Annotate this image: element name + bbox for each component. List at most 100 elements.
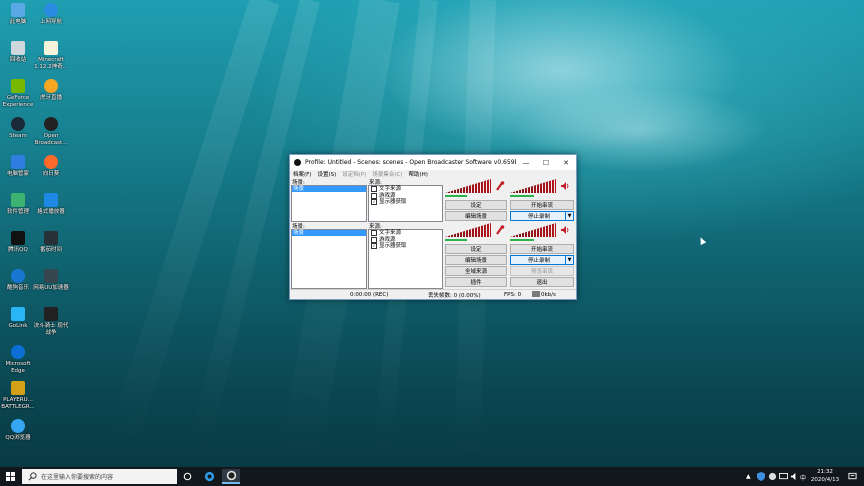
desktop-icon-label: PLAYERU... BATTLEGR... bbox=[1, 397, 35, 410]
pubg-icon bbox=[11, 381, 25, 395]
file-icon bbox=[44, 41, 58, 55]
scenes-list[interactable]: 场景 bbox=[291, 229, 367, 289]
taskbar-search-box[interactable]: 在这里输入你要搜索的内容 bbox=[22, 469, 177, 484]
plugins-button[interactable]: 插件 bbox=[445, 277, 507, 287]
taskbar-obs-button[interactable] bbox=[222, 469, 240, 484]
desktop-icon-sunflower[interactable]: 向日葵 bbox=[33, 155, 69, 178]
dropdown-arrow-icon[interactable]: ▼ bbox=[565, 256, 573, 264]
notification-icon[interactable] bbox=[848, 472, 857, 481]
clock-date: 2020/4/13 bbox=[810, 477, 840, 483]
source-checkbox[interactable] bbox=[371, 192, 377, 199]
windows-start-icon[interactable] bbox=[6, 472, 15, 481]
source-item[interactable]: ✓ 显示器获取 bbox=[369, 243, 442, 250]
network-icon[interactable]: ▲ bbox=[746, 473, 751, 480]
speaker-icon[interactable] bbox=[560, 225, 570, 235]
stop-record-button[interactable]: 停止录制 ▼ bbox=[510, 211, 574, 221]
desktop-icon-label: Open Broadcast... bbox=[34, 133, 68, 146]
mic-volume-meter[interactable] bbox=[445, 179, 507, 197]
desktop-icon-minecraft[interactable]: Minecraft 1.12.2神奇... bbox=[33, 41, 69, 70]
maximize-button[interactable]: ☐ bbox=[536, 155, 556, 170]
desktop-icon-browser-nav[interactable]: 上网导航 bbox=[33, 3, 69, 26]
desktop-icon-uu[interactable]: 网易UU加速器 bbox=[33, 269, 69, 292]
sources-list[interactable]: 文字来源 游戏源 ✓ 显示器获取 bbox=[368, 185, 443, 222]
scenes-list[interactable]: 场景 bbox=[291, 185, 367, 222]
clock-time: 21:32 bbox=[817, 469, 833, 475]
huya-icon bbox=[44, 79, 58, 93]
software-manager-icon bbox=[11, 193, 25, 207]
desktop-volume-meter[interactable] bbox=[510, 223, 572, 241]
close-button[interactable]: ✕ bbox=[556, 155, 576, 170]
desktop-volume-meter[interactable] bbox=[510, 179, 572, 197]
desktop-icon-label: 格式播放器 bbox=[37, 209, 65, 215]
cortana-button[interactable] bbox=[178, 469, 196, 484]
taskbar-clock[interactable]: 21:32 2020/4/13 bbox=[808, 468, 842, 484]
exit-button[interactable]: 退出 bbox=[510, 277, 574, 287]
desktop-icon-kugou[interactable]: 酷狗音乐 bbox=[0, 269, 36, 292]
source-checkbox[interactable]: ✓ bbox=[371, 243, 377, 250]
settings-button[interactable]: 设定 bbox=[445, 244, 507, 254]
desktop-icon-tomato[interactable]: 番茄时间 bbox=[33, 231, 69, 254]
source-checkbox[interactable] bbox=[371, 186, 377, 193]
speaker-icon[interactable] bbox=[560, 181, 570, 191]
scene-item[interactable]: 场景 bbox=[292, 230, 366, 236]
obs-window[interactable]: Profile: Untitled - Scenes: scenes - Ope… bbox=[289, 154, 577, 300]
obs-titlebar[interactable]: Profile: Untitled - Scenes: scenes - Ope… bbox=[290, 155, 576, 170]
desktop-icon-computer[interactable]: 此电脑 bbox=[0, 3, 36, 26]
shield-icon[interactable] bbox=[757, 472, 765, 481]
desktop-icon-steam[interactable]: Steam bbox=[0, 117, 36, 140]
menu-file[interactable]: 档案(F) bbox=[293, 170, 311, 178]
menu-scene-collections[interactable]: 场景集合(C) bbox=[372, 170, 402, 178]
desktop-icon-golink[interactable]: GoLink bbox=[0, 307, 36, 330]
desktop-icon-pc-manager[interactable]: 电脑管家 bbox=[0, 155, 36, 178]
start-stream-button[interactable]: 开始串流 bbox=[510, 244, 574, 254]
desktop-icon-game[interactable]: 决斗骑士 现代战争 bbox=[33, 307, 69, 336]
desktop-icon-edge[interactable]: Microsoft Edge bbox=[0, 345, 36, 374]
desktop-icon-label: Microsoft Edge bbox=[5, 361, 31, 374]
settings-button[interactable]: 设定 bbox=[445, 200, 507, 210]
desktop-icon-recycle-bin[interactable]: 回收站 bbox=[0, 41, 36, 64]
pc-manager-icon bbox=[11, 155, 25, 169]
player-icon bbox=[44, 193, 58, 207]
desktop-icon-player[interactable]: 格式播放器 bbox=[33, 193, 69, 216]
source-label: 显示器获取 bbox=[379, 243, 407, 249]
edit-scene-button[interactable]: 编辑场景 bbox=[445, 255, 507, 265]
minimize-button[interactable]: — bbox=[516, 155, 536, 170]
scene-item[interactable]: 场景 bbox=[292, 186, 366, 192]
microphone-icon[interactable] bbox=[495, 181, 505, 191]
menu-help[interactable]: 帮助(H) bbox=[409, 170, 428, 178]
stop-record-button[interactable]: 停止录制 ▼ bbox=[510, 255, 574, 265]
global-sources-button[interactable]: 全域来源 bbox=[445, 266, 507, 276]
edge-icon bbox=[11, 345, 25, 359]
tray-app-icon[interactable] bbox=[768, 472, 777, 481]
source-checkbox[interactable] bbox=[371, 230, 377, 237]
preview-stream-button[interactable]: 预览串流 bbox=[510, 266, 574, 276]
desktop-icon-pubg[interactable]: PLAYERU... BATTLEGR... bbox=[0, 381, 36, 410]
desktop-icon-label: 向日葵 bbox=[42, 171, 60, 177]
taskbar-browser-button[interactable] bbox=[200, 469, 218, 484]
input-language-indicator[interactable]: 中 bbox=[800, 473, 806, 482]
desktop-icon-qq-browser[interactable]: QQ浏览器 bbox=[0, 419, 36, 442]
source-checkbox[interactable] bbox=[371, 236, 377, 243]
sources-list[interactable]: 文字来源 游戏源 ✓ 显示器获取 bbox=[368, 229, 443, 289]
start-stream-button[interactable]: 开始串流 bbox=[510, 200, 574, 210]
golink-icon bbox=[11, 307, 25, 321]
volume-icon[interactable] bbox=[790, 472, 799, 481]
source-checkbox[interactable]: ✓ bbox=[371, 199, 377, 206]
mic-volume-meter[interactable] bbox=[445, 223, 507, 241]
edit-scene-button[interactable]: 编辑场景 bbox=[445, 211, 507, 221]
desktop-icon-software-manager[interactable]: 软件管理 bbox=[0, 193, 36, 216]
desktop-icon-huya[interactable]: 虎牙直播 bbox=[33, 79, 69, 102]
desktop-icon-geforce[interactable]: GeForce Experience bbox=[0, 79, 36, 108]
desktop-icon-label: 电脑管家 bbox=[6, 171, 29, 177]
microphone-icon[interactable] bbox=[495, 225, 505, 235]
menu-profiles[interactable]: 设定档(P) bbox=[342, 170, 366, 178]
monitor-icon[interactable] bbox=[779, 473, 788, 480]
game-icon bbox=[44, 307, 58, 321]
menu-settings[interactable]: 设置(S) bbox=[317, 170, 336, 178]
desktop-icon-qq[interactable]: 腾讯QQ bbox=[0, 231, 36, 254]
desktop-icon-label: GeForce Experience bbox=[2, 95, 34, 108]
status-time: 0:00:00 (REC) bbox=[350, 291, 389, 298]
desktop-icon-obs[interactable]: Open Broadcast... bbox=[33, 117, 69, 146]
source-item[interactable]: ✓ 显示器获取 bbox=[369, 199, 442, 206]
dropdown-arrow-icon[interactable]: ▼ bbox=[565, 212, 573, 220]
